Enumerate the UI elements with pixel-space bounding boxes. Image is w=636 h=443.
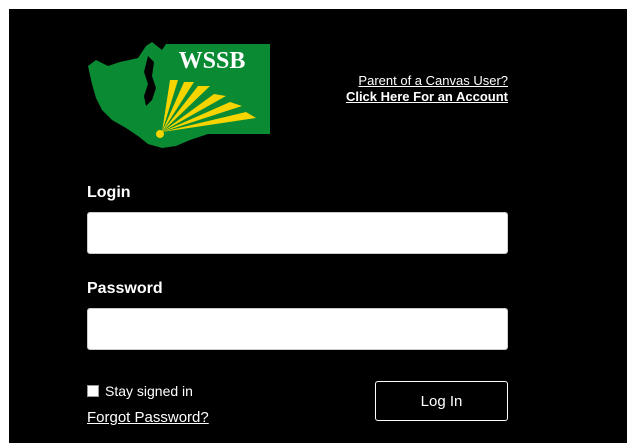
parent-account-links: Parent of a Canvas User? Click Here For … — [346, 73, 508, 105]
login-panel: WSSB Parent of a Canvas User? Click Here… — [9, 9, 627, 443]
password-label: Password — [87, 280, 163, 297]
login-label: Login — [87, 184, 131, 201]
stay-signed-in-label: Stay signed in — [105, 383, 193, 399]
logo-dot — [156, 130, 164, 138]
stay-signed-in-row: Stay signed in — [87, 383, 193, 399]
login-button[interactable]: Log In — [375, 381, 508, 421]
stay-signed-in-checkbox[interactable] — [87, 385, 99, 397]
password-input[interactable] — [87, 308, 508, 350]
logo-text: WSSB — [179, 48, 246, 74]
forgot-password-link[interactable]: Forgot Password? — [87, 409, 209, 426]
login-input[interactable] — [87, 212, 508, 254]
parent-account-question-link[interactable]: Parent of a Canvas User? — [346, 73, 508, 89]
wssb-logo: WSSB — [88, 42, 270, 148]
parent-account-create-link[interactable]: Click Here For an Account — [346, 89, 508, 105]
